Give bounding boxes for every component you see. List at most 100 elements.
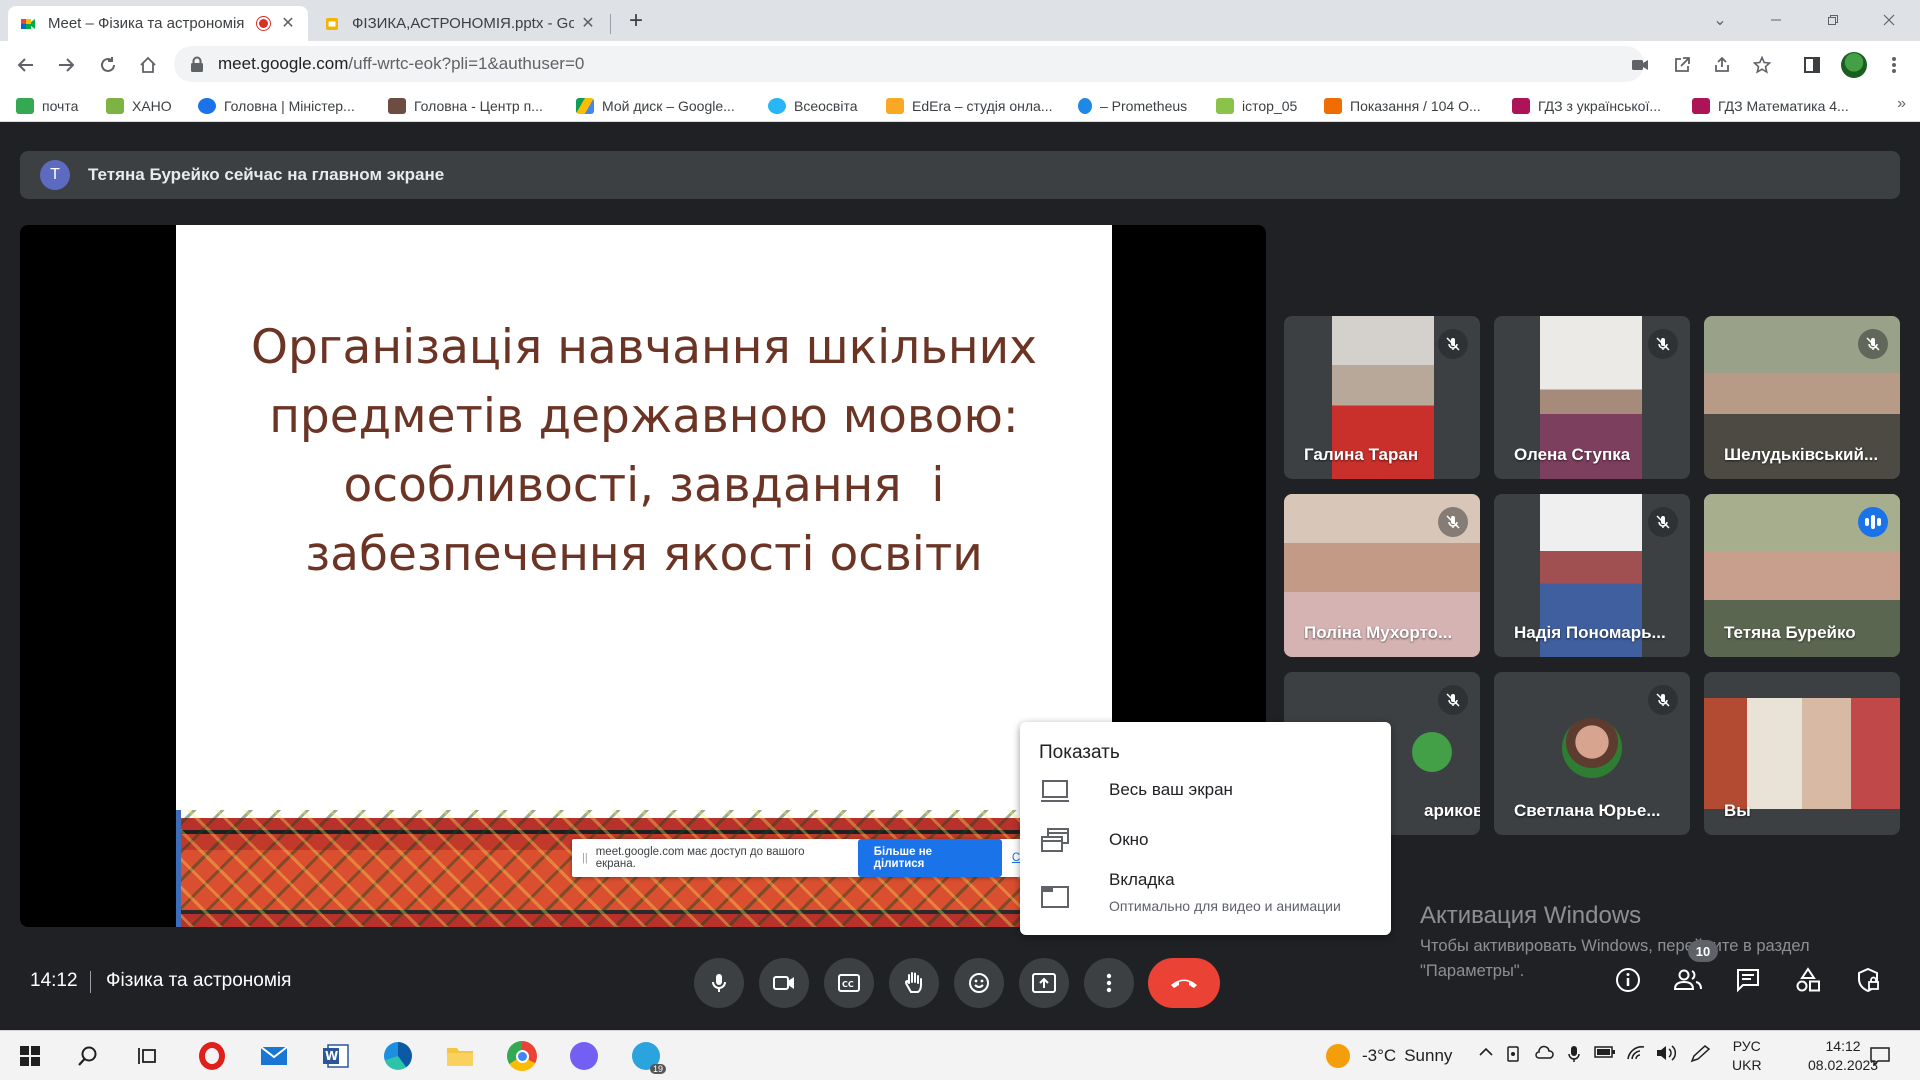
raise-hand-button[interactable] <box>889 958 939 1008</box>
participant-tile[interactable]: Олена Ступка <box>1494 316 1690 479</box>
close-tab-icon[interactable]: ✕ <box>580 15 596 32</box>
telegram-icon[interactable]: 19 <box>630 1040 666 1074</box>
reload-button[interactable] <box>92 49 124 81</box>
more-bookmarks-button[interactable]: » <box>1897 95 1906 113</box>
search-icon[interactable] <box>72 1040 104 1072</box>
address-bar[interactable]: meet.google.com/uff-wrtc-eok?pli=1&authu… <box>174 46 1644 82</box>
reload-icon <box>101 57 115 72</box>
reactions-button[interactable] <box>954 958 1004 1008</box>
activities-button[interactable] <box>1788 960 1828 1000</box>
edge-icon[interactable] <box>382 1040 414 1072</box>
bookmark-item[interactable]: Всеосвіта <box>768 95 858 117</box>
menu-dots-icon[interactable] <box>1878 49 1910 81</box>
chrome-icon[interactable] <box>506 1040 538 1072</box>
weather-widget[interactable]: -3°C Sunny <box>1326 1044 1452 1068</box>
bookmark-item[interactable]: істор_05 <box>1216 95 1297 117</box>
participant-count-badge: 10 <box>1688 940 1718 962</box>
url-path: /uff-wrtc-eok?pli=1&authuser=0 <box>348 54 585 73</box>
share-screen-menu: Показать Весь ваш экран Окно Вкладка Опт… <box>1020 722 1391 935</box>
profile-avatar[interactable] <box>1838 49 1870 81</box>
microphone-button[interactable] <box>694 958 744 1008</box>
windows-start-button[interactable] <box>14 1040 46 1072</box>
microphone-tray-icon[interactable] <box>1568 1045 1580 1067</box>
bookmark-item[interactable]: ГДЗ з української... <box>1512 95 1661 117</box>
audio-level-icon <box>1858 507 1888 537</box>
minimize-button[interactable] <box>1753 0 1799 40</box>
recording-dot-icon <box>257 17 270 30</box>
ministry-icon <box>198 98 216 114</box>
open-in-new-icon[interactable] <box>1666 49 1698 81</box>
browser-tab-strip: Meet – Фізика та астрономія ✕ ФІЗИКА,АСТ… <box>0 0 1920 41</box>
participant-tile[interactable]: Надія Пономарь... <box>1494 494 1690 657</box>
cloud-icon[interactable] <box>1534 1045 1554 1063</box>
bookmark-item[interactable]: Головна | Міністер... <box>198 95 355 117</box>
bookmark-item[interactable]: почта <box>16 95 78 117</box>
pen-icon[interactable] <box>1690 1045 1712 1067</box>
tab-search-icon[interactable]: ⌄ <box>1697 0 1743 40</box>
present-screen-button[interactable] <box>1019 958 1069 1008</box>
bookmark-item[interactable]: ХАНО <box>106 95 172 117</box>
device-icon[interactable] <box>1506 1045 1522 1067</box>
bookmark-star-icon[interactable] <box>1746 49 1778 81</box>
captions-button[interactable]: CC <box>824 958 874 1008</box>
battery-icon[interactable] <box>1594 1045 1616 1063</box>
bookmark-item[interactable]: ГДЗ Математика 4... <box>1692 95 1849 117</box>
history-icon <box>1216 98 1234 114</box>
bookmark-label: Головна | Міністер... <box>224 98 355 114</box>
home-button[interactable] <box>132 49 164 81</box>
leave-call-button[interactable] <box>1148 958 1220 1008</box>
viber-icon[interactable] <box>568 1040 600 1072</box>
mail-app-icon[interactable] <box>258 1040 290 1072</box>
bookmark-item[interactable]: Головна - Центр п... <box>388 95 543 117</box>
new-tab-button[interactable]: + <box>622 8 650 36</box>
back-button[interactable] <box>10 49 42 81</box>
host-controls-button[interactable] <box>1848 960 1888 1000</box>
tab-meet[interactable]: Meet – Фізика та астрономія ✕ <box>8 6 308 41</box>
drag-grip-icon[interactable]: || <box>582 852 588 864</box>
file-explorer-icon[interactable] <box>444 1040 476 1072</box>
people-button[interactable] <box>1668 960 1708 1000</box>
word-icon[interactable]: W <box>320 1040 352 1072</box>
camera-button[interactable] <box>759 958 809 1008</box>
menu-item-subtitle: Оптимально для видео и анимации <box>1109 898 1341 914</box>
task-view-icon[interactable] <box>132 1040 164 1072</box>
participant-tile[interactable]: Галина Таран <box>1284 316 1480 479</box>
avatar: Т <box>40 160 70 190</box>
opera-icon[interactable] <box>196 1040 228 1072</box>
shield-lock-icon <box>1858 967 1879 993</box>
bookmark-item[interactable]: Мой диск – Google... <box>576 95 735 117</box>
participant-tile-active-speaker[interactable]: Тетяна Бурейко <box>1704 494 1900 657</box>
bookmark-item[interactable]: EdEra – студія онла... <box>886 95 1052 117</box>
bookmark-item[interactable]: – Prometheus <box>1078 95 1187 117</box>
side-panel-icon[interactable] <box>1796 49 1828 81</box>
meeting-details-button[interactable] <box>1608 960 1648 1000</box>
close-window-button[interactable] <box>1866 0 1912 40</box>
participant-tile[interactable]: Шелудьківський... <box>1704 316 1900 479</box>
camera-in-use-icon[interactable] <box>1627 49 1653 81</box>
wifi-icon[interactable] <box>1626 1045 1646 1065</box>
bookmark-item[interactable]: Показання / 104 О... <box>1324 95 1481 117</box>
volume-icon[interactable] <box>1656 1045 1677 1065</box>
participant-tile[interactable]: Светлана Юрье... <box>1494 672 1690 835</box>
share-tab-option[interactable]: Вкладка Оптимально для видео и анимации <box>1020 868 1391 924</box>
notifications-icon[interactable] <box>1864 1040 1896 1072</box>
stop-sharing-button[interactable]: Більше не ділитися <box>857 839 1002 877</box>
presenting-banner: Т Тетяна Бурейко сейчас на главном экран… <box>20 151 1900 199</box>
restore-button[interactable] <box>1810 0 1856 40</box>
svg-text:W: W <box>325 1049 338 1063</box>
share-page-icon[interactable] <box>1706 49 1738 81</box>
participant-tile[interactable]: Поліна Мухорто... <box>1284 494 1480 657</box>
more-options-button[interactable] <box>1084 958 1134 1008</box>
chat-button[interactable] <box>1728 960 1768 1000</box>
telegram-badge: 19 <box>649 1064 666 1074</box>
share-entire-screen-option[interactable]: Весь ваш экран <box>1020 768 1391 812</box>
language-top: РУС <box>1732 1038 1761 1054</box>
close-tab-icon[interactable]: ✕ <box>280 15 296 32</box>
share-window-option[interactable]: Окно <box>1020 818 1391 862</box>
forward-button[interactable] <box>50 49 82 81</box>
language-indicator[interactable]: РУС UKR <box>1732 1037 1762 1075</box>
participant-tile-self[interactable]: Вы <box>1704 672 1900 835</box>
plant-icon <box>106 98 124 114</box>
tab-slides[interactable]: ФІЗИКА,АСТРОНОМІЯ.pptx - Google ✕ <box>312 6 608 41</box>
chevron-up-icon[interactable] <box>1478 1045 1494 1062</box>
